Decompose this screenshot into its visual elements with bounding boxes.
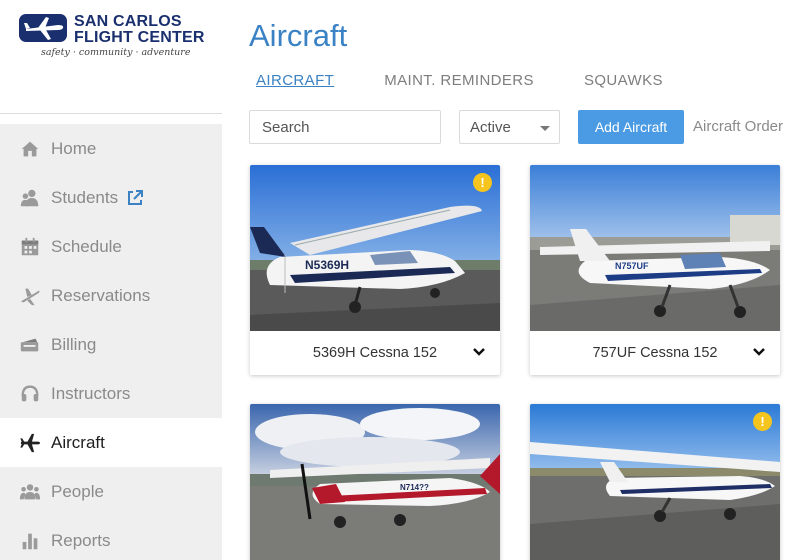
- warning-icon[interactable]: !: [753, 412, 772, 431]
- external-link-icon: [126, 189, 144, 207]
- status-select-value: Active: [470, 118, 511, 136]
- aircraft-card[interactable]: N714??: [250, 404, 500, 560]
- brand-tagline: safety · community · adventure: [41, 47, 191, 58]
- tab-aircraft[interactable]: AIRCRAFT: [256, 72, 334, 89]
- sidebar-item-home[interactable]: Home: [0, 124, 222, 173]
- sidebar-nav: Home Students Schedule Reservations Bill…: [0, 124, 222, 560]
- page-title: Aircraft: [249, 18, 348, 53]
- sidebar-item-label: Students: [51, 187, 119, 207]
- sidebar-item-people[interactable]: People: [0, 467, 222, 516]
- sidebar-divider: [0, 113, 222, 114]
- sidebar-item-schedule[interactable]: Schedule: [0, 222, 222, 271]
- sidebar-item-label: Home: [51, 138, 97, 158]
- chevron-down-icon[interactable]: [752, 347, 766, 357]
- money-icon: [18, 333, 42, 357]
- sidebar-item-label: People: [51, 481, 104, 501]
- sidebar-item-reports[interactable]: Reports: [0, 516, 222, 560]
- add-aircraft-button[interactable]: Add Aircraft: [578, 110, 684, 144]
- group-icon: [18, 480, 42, 504]
- sidebar-item-aircraft[interactable]: Aircraft: [0, 418, 222, 467]
- sidebar-item-students[interactable]: Students: [0, 173, 222, 222]
- tail-number-text: N5369H: [305, 258, 349, 272]
- status-select[interactable]: Active: [459, 110, 560, 144]
- sidebar-item-label: Schedule: [51, 236, 122, 256]
- sidebar-item-reservations[interactable]: Reservations: [0, 271, 222, 320]
- aircraft-photo: N714??: [250, 404, 500, 560]
- home-icon: [18, 137, 42, 161]
- search-input[interactable]: [249, 110, 441, 144]
- caret-down-icon: [540, 126, 550, 131]
- chevron-down-icon[interactable]: [472, 347, 486, 357]
- airplane-icon: [18, 431, 42, 455]
- calendar-icon: [18, 235, 42, 259]
- sidebar-item-label: Reservations: [51, 285, 151, 305]
- aircraft-order-link[interactable]: Aircraft Order: [693, 118, 783, 135]
- warning-icon[interactable]: !: [473, 173, 492, 192]
- aircraft-name: 757UF Cessna 152: [592, 345, 718, 361]
- plane-takeoff-icon: [18, 284, 42, 308]
- headset-icon: [18, 382, 42, 406]
- app-window: SAN CARLOS FLIGHT CENTER safety · commun…: [0, 0, 800, 560]
- brand-logo[interactable]: SAN CARLOS FLIGHT CENTER safety · commun…: [18, 12, 208, 62]
- sidebar-item-instructors[interactable]: Instructors: [0, 369, 222, 418]
- sidebar-item-label: Billing: [51, 334, 97, 354]
- tail-number-text: N757UF: [615, 261, 649, 271]
- bar-chart-icon: [18, 529, 42, 553]
- logo-plane-icon: [19, 14, 67, 42]
- tab-squawks[interactable]: SQUAWKS: [584, 72, 663, 89]
- aircraft-photo: N757UF: [530, 165, 780, 331]
- sidebar-item-label: Instructors: [51, 383, 131, 403]
- users-icon: [18, 186, 42, 210]
- brand-name-line2: FLIGHT CENTER: [74, 29, 205, 46]
- aircraft-photo: N5369H !: [250, 165, 500, 331]
- sidebar-item-label: Reports: [51, 530, 111, 550]
- aircraft-name: 5369H Cessna 152: [312, 345, 438, 361]
- tab-maint-reminders[interactable]: MAINT. REMINDERS: [384, 72, 534, 89]
- main-content: Aircraft AIRCRAFT MAINT. REMINDERS SQUAW…: [222, 0, 800, 560]
- aircraft-card-footer[interactable]: 757UF Cessna 152: [530, 331, 780, 375]
- aircraft-card-footer[interactable]: 5369H Cessna 152: [250, 331, 500, 375]
- tab-bar: AIRCRAFT MAINT. REMINDERS SQUAWKS: [256, 72, 713, 89]
- toolbar: Active Add Aircraft Aircraft Order: [249, 110, 800, 144]
- aircraft-card[interactable]: N757UF 757UF Cessna 152: [530, 165, 780, 375]
- aircraft-card[interactable]: !: [530, 404, 780, 560]
- sidebar: SAN CARLOS FLIGHT CENTER safety · commun…: [0, 0, 222, 560]
- aircraft-photo: !: [530, 404, 780, 560]
- tail-number-text: N714??: [400, 483, 429, 492]
- sidebar-item-label: Aircraft: [51, 432, 105, 452]
- aircraft-card[interactable]: N5369H ! 5369H Cessna 152: [250, 165, 500, 375]
- sidebar-item-billing[interactable]: Billing: [0, 320, 222, 369]
